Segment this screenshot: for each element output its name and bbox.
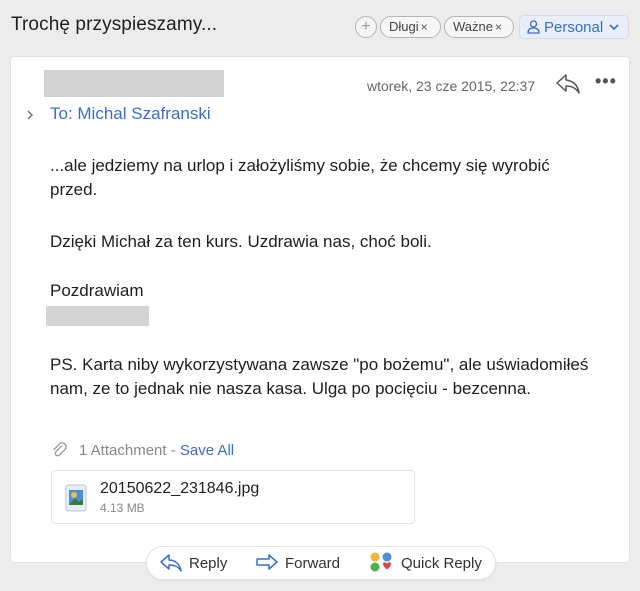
action-bar: Reply Forward Quick Reply — [146, 546, 496, 580]
body-paragraph: Pozdrawiam — [50, 281, 144, 300]
tag-wazne[interactable]: Ważne × — [444, 16, 514, 38]
image-file-icon — [65, 484, 87, 517]
attachment-count: 1 Attachment — [79, 442, 167, 459]
attachments-summary: 1 Attachment - Save All — [51, 442, 234, 462]
tag-dlugi[interactable]: Długi × — [380, 16, 441, 38]
forward-icon — [256, 554, 278, 570]
tag-label: Długi — [389, 19, 419, 34]
tag-remove-icon[interactable]: × — [495, 20, 502, 34]
person-icon — [527, 19, 540, 41]
quick-reply-label: Quick Reply — [401, 555, 482, 572]
chevron-down-icon — [609, 16, 619, 38]
attachment-separator: - — [166, 442, 180, 459]
add-tag-button[interactable]: + — [355, 16, 377, 38]
more-options-icon[interactable]: ••• — [595, 71, 617, 92]
quick-reply-icon — [370, 552, 392, 572]
folder-label: Personal — [544, 19, 604, 36]
forward-button[interactable]: Forward — [255, 547, 340, 581]
attachment-filename: 20150622_231846.jpg — [100, 480, 260, 497]
message-date: wtorek, 23 cze 2015, 22:37 — [367, 78, 536, 94]
expand-recipients-icon[interactable] — [26, 108, 34, 126]
body-paragraph: ...ale jedziemy na urlop i założyliśmy s… — [50, 156, 550, 199]
recipient-line[interactable]: To: Michal Szafranski — [50, 104, 211, 124]
folder-dropdown[interactable]: Personal — [519, 15, 629, 39]
reply-button[interactable]: Reply — [159, 547, 227, 581]
quick-reply-button[interactable]: Quick Reply — [369, 547, 482, 581]
attachment-item[interactable]: 20150622_231846.jpg 4.13 MB — [51, 470, 415, 524]
message-header: Trochę przyspieszamy... + Długi × Ważne × … — [0, 0, 640, 54]
tag-remove-icon[interactable]: × — [421, 20, 428, 34]
body-paragraph: Dzięki Michał za ten kurs. Uzdrawia nas,… — [50, 232, 432, 251]
attachment-size: 4.13 MB — [100, 501, 145, 515]
message-card: wtorek, 23 cze 2015, 22:37 ••• To: Micha… — [11, 57, 629, 562]
reply-icon — [160, 554, 182, 572]
forward-label: Forward — [285, 555, 341, 572]
sender-name-redacted — [44, 70, 224, 97]
body-paragraph: PS. Karta niby wykorzystywana zawsze "po… — [50, 355, 589, 398]
tag-label: Ważne — [453, 19, 493, 34]
paperclip-icon — [51, 442, 67, 462]
message-subject: Trochę przyspieszamy... — [11, 14, 218, 35]
reply-label: Reply — [189, 555, 228, 572]
signature-redacted — [46, 306, 149, 326]
reply-icon[interactable] — [555, 73, 581, 100]
save-all-link[interactable]: Save All — [180, 442, 234, 459]
